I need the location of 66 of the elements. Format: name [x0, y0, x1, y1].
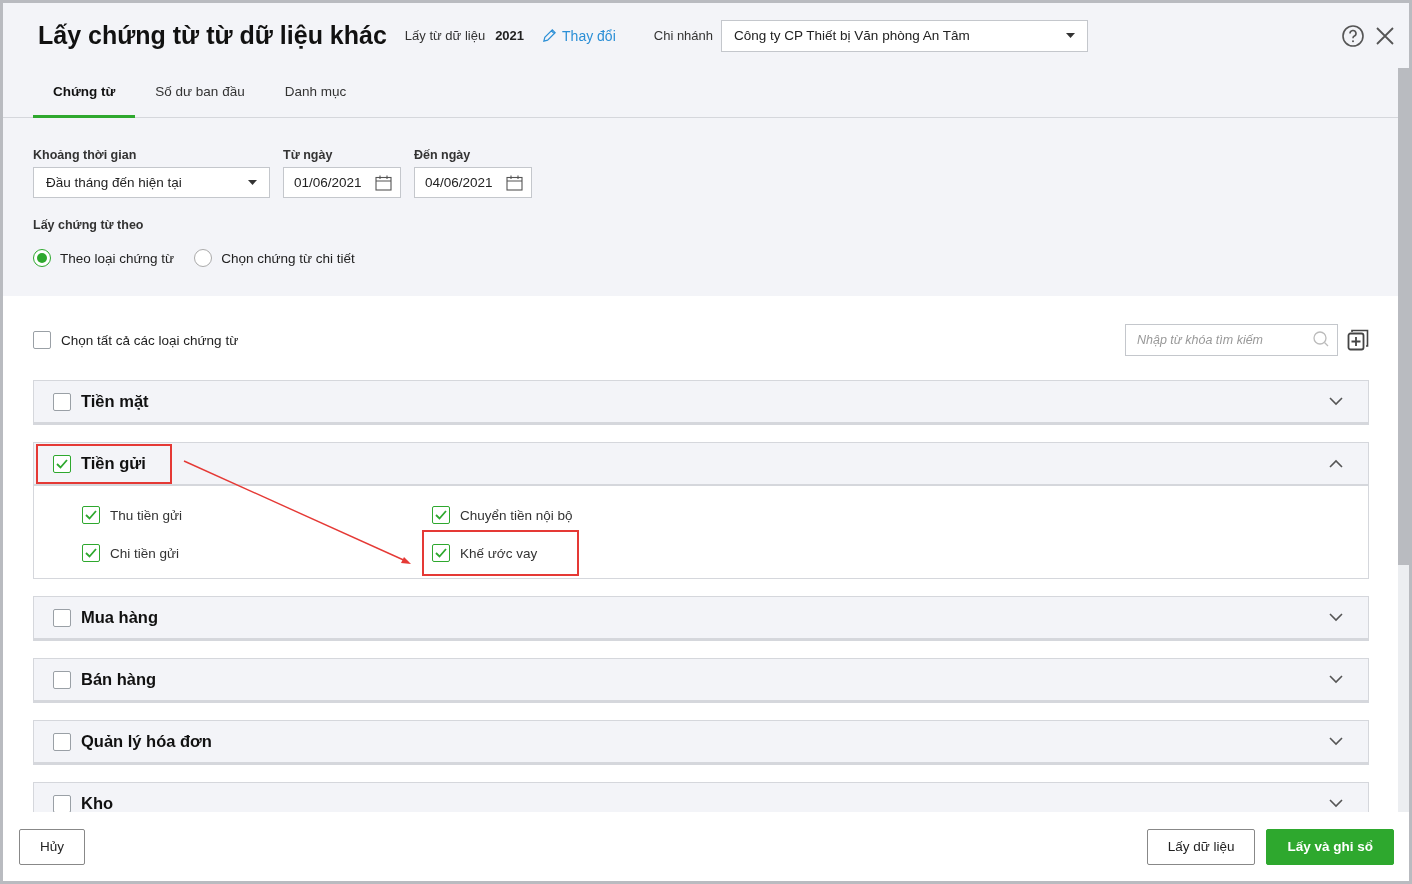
group-title: Tiền gửi: [81, 454, 146, 473]
field-label: Đến ngày: [414, 148, 472, 162]
caret-icon: [1066, 33, 1076, 38]
date-field[interactable]: 01/06/2021: [283, 167, 401, 198]
group-header[interactable]: Quản lý hóa đơn: [34, 721, 1368, 764]
close-icon[interactable]: [1375, 25, 1395, 46]
checkbox-label: Chi tiền gửi: [110, 545, 180, 561]
chevron-down-icon[interactable]: [1329, 737, 1343, 746]
fetch-button[interactable]: Lấy dữ liệu: [1146, 828, 1256, 865]
tab[interactable]: Số dư ban đầu: [135, 68, 265, 118]
checkbox[interactable]: [53, 392, 71, 411]
group-title: Tiền mặt: [81, 392, 149, 411]
checkbox[interactable]: [432, 544, 450, 562]
checkbox[interactable]: [432, 506, 450, 524]
radio-label: Theo loại chứng từ: [60, 250, 175, 266]
chevron-down-icon[interactable]: [1329, 799, 1343, 808]
group-header[interactable]: Tiền mặt: [34, 381, 1368, 424]
add-icon[interactable]: [1347, 329, 1369, 351]
pencil-icon: [542, 28, 558, 43]
group-header[interactable]: Bán hàng: [34, 659, 1368, 702]
tab[interactable]: Danh mục: [264, 68, 367, 118]
radio-button[interactable]: [194, 249, 213, 267]
caret-icon: [248, 180, 257, 185]
group-header[interactable]: Mua hàng: [34, 597, 1368, 640]
checkbox-label: Thu tiền gửi: [110, 507, 183, 523]
section-label: Lấy chứng từ theo: [33, 218, 145, 232]
checkbox-label: Khế ước vay: [460, 545, 538, 561]
chevron-down-icon[interactable]: [1329, 613, 1343, 622]
tab[interactable]: Chứng từ: [33, 68, 136, 118]
cancel-button[interactable]: Hủy: [19, 828, 85, 865]
group-title: Quản lý hóa đơn: [81, 732, 212, 751]
checkbox[interactable]: [53, 608, 71, 627]
search-icon: [1313, 331, 1330, 348]
group-header[interactable]: Kho: [34, 783, 1368, 812]
date-field[interactable]: 04/06/2021: [414, 167, 532, 198]
dialog-title: Lấy chứng từ từ dữ liệu khác: [38, 21, 387, 50]
branch-label: Chi nhánh: [653, 28, 714, 43]
field-label: Khoảng thời gian: [33, 148, 138, 162]
radio-button[interactable]: [33, 249, 51, 267]
group-header[interactable]: Tiền gửi: [34, 443, 1368, 486]
checkbox[interactable]: [82, 544, 100, 562]
help-icon[interactable]: [1341, 23, 1365, 48]
checkbox[interactable]: [53, 732, 71, 751]
group-title: Mua hàng: [81, 608, 158, 627]
source-label: Lấy từ dữ liệu: [404, 28, 486, 43]
group-title: Bán hàng: [81, 670, 157, 689]
chevron-down-icon[interactable]: [1329, 397, 1343, 406]
group-title: Kho: [81, 794, 114, 812]
checkbox[interactable]: [33, 331, 51, 349]
checkbox[interactable]: [53, 794, 71, 812]
radio-label: Chọn chứng từ chi tiết: [221, 250, 355, 266]
source-year: 2021: [495, 28, 525, 43]
checkbox[interactable]: [82, 506, 100, 524]
chevron-down-icon[interactable]: [1329, 675, 1343, 684]
calendar-icon[interactable]: [506, 174, 523, 191]
field-label: Từ ngày: [283, 148, 334, 162]
branch-dropdown[interactable]: Công ty CP Thiết bị Văn phòng An Tâm: [721, 19, 1089, 52]
checkbox[interactable]: [53, 454, 71, 473]
checkbox[interactable]: [53, 670, 71, 689]
checkbox-label: Chọn tất cả các loại chứng từ: [61, 332, 239, 348]
scrollbar[interactable]: [1398, 68, 1409, 812]
chevron-up-icon[interactable]: [1329, 459, 1343, 468]
checkbox-label: Chuyển tiền nội bộ: [460, 507, 573, 523]
calendar-icon[interactable]: [375, 174, 392, 191]
search-field[interactable]: Nhập từ khóa tìm kiếm: [1125, 324, 1338, 356]
period-dropdown[interactable]: Đầu tháng đến hiện tại: [33, 167, 270, 198]
